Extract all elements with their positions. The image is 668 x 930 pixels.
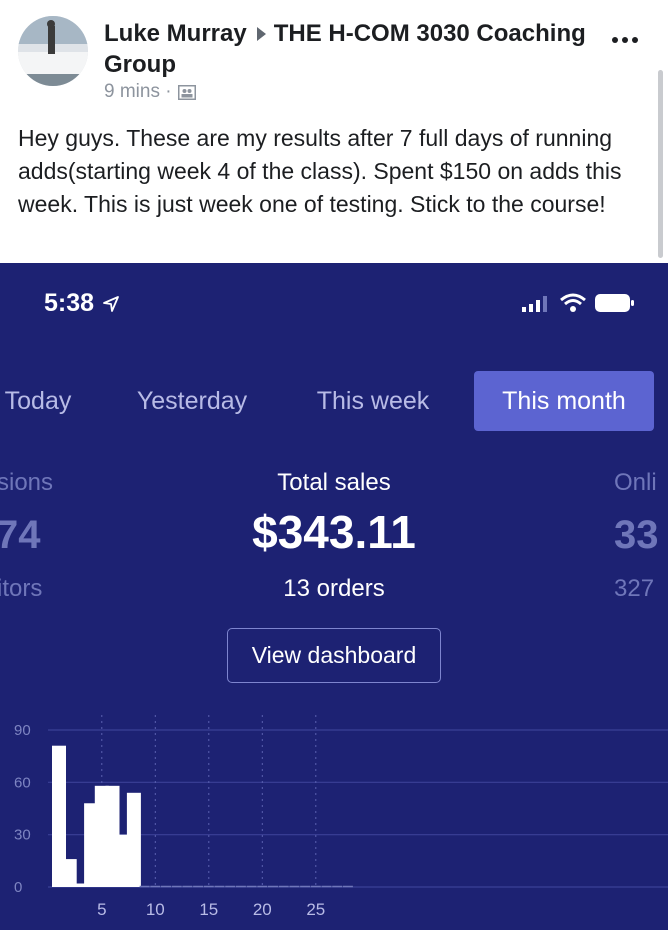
sales-bar-chart: 0 30 60 90 5 10 15 20 25 [14, 715, 668, 919]
x-tick-label: 10 [146, 900, 165, 919]
avatar[interactable] [18, 16, 88, 86]
right-metric-sub: 327 [614, 575, 655, 602]
view-dashboard-button[interactable]: View dashboard [227, 628, 441, 683]
more-options-icon[interactable] [612, 34, 642, 46]
status-bar-icons [522, 293, 636, 313]
y-tick-label: 0 [14, 879, 22, 896]
tab-label: Today [4, 386, 72, 415]
x-tick-label: 25 [306, 900, 325, 919]
battery-icon [595, 294, 634, 312]
location-arrow-icon [103, 295, 119, 312]
author-name[interactable]: Luke Murray [104, 20, 247, 47]
tab-label: Yesterday [136, 386, 248, 415]
post-time[interactable]: 9 mins · [104, 81, 172, 103]
shared-to-arrow-icon [256, 26, 266, 41]
bar [62, 859, 77, 887]
x-tick-label: 15 [199, 900, 218, 919]
y-tick-label: 60 [14, 774, 31, 791]
orders-count: 13 orders [283, 575, 385, 602]
y-tick-label: 30 [14, 827, 31, 844]
scrollbar[interactable] [658, 70, 663, 258]
post-header: Luke Murray THE H-COM 3030 Coaching Group… [0, 0, 668, 258]
tab-this-week[interactable]: This week [302, 371, 444, 431]
group-audience-icon [177, 84, 196, 100]
wifi-icon [560, 293, 586, 312]
post-text: Hey guys. These are my results after 7 f… [18, 125, 622, 217]
post-meta: 9 mins · [104, 81, 196, 103]
total-sales-label: Total sales [277, 469, 391, 496]
right-metric-label: Onli [614, 469, 657, 496]
status-bar-time: 5:38 [44, 289, 120, 318]
right-metric-value: 33 [614, 513, 659, 557]
status-time-text: 5:38 [44, 289, 95, 317]
signal-bars-icon [522, 296, 547, 312]
tab-yesterday[interactable]: Yesterday [122, 371, 262, 431]
tab-label: This week [316, 386, 430, 415]
tab-today[interactable]: Today [0, 371, 88, 431]
bar [126, 792, 141, 887]
shopify-screenshot: 5:38 Today Yesterday This week This mont… [0, 263, 668, 930]
x-tick-label: 5 [97, 900, 106, 919]
post-author-line: Luke Murray THE H-COM 3030 Coaching Group [104, 18, 604, 80]
tab-label: This month [502, 386, 626, 415]
tab-this-month[interactable]: This month [474, 371, 654, 431]
y-tick-label: 90 [14, 722, 31, 739]
x-tick-label: 20 [253, 900, 272, 919]
total-sales-value: $343.11 [252, 506, 416, 558]
